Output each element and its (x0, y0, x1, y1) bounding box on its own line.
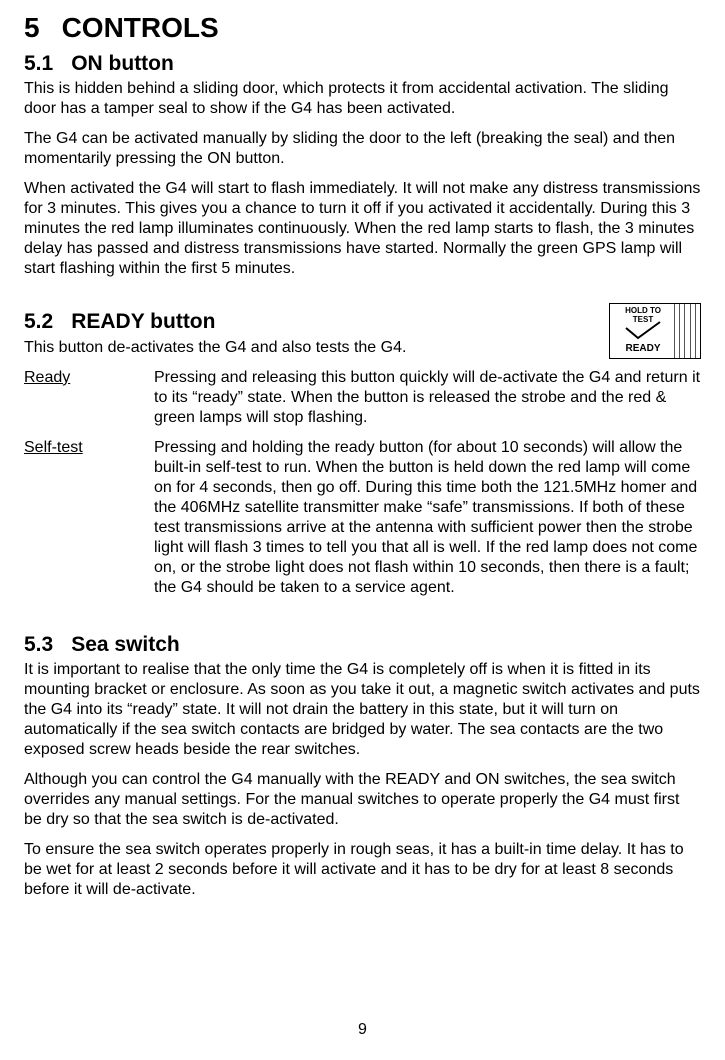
definition-term: Ready (24, 368, 154, 428)
checkmark-icon (624, 320, 662, 340)
definition-list: Ready Pressing and releasing this button… (24, 368, 701, 598)
body-text: Although you can control the G4 manually… (24, 770, 701, 830)
diagram-stripes (674, 304, 700, 358)
diagram-label-bottom: READY (614, 343, 672, 356)
section-heading: 5 CONTROLS (24, 10, 701, 45)
definition-description: Pressing and holding the ready button (f… (154, 438, 701, 598)
definition-description: Pressing and releasing this button quick… (154, 368, 701, 428)
subsection-title: Sea switch (71, 633, 180, 656)
body-text: When activated the G4 will start to flas… (24, 179, 701, 279)
subsection-number: 5.2 (24, 309, 53, 335)
definition-term: Self-test (24, 438, 154, 598)
body-text: It is important to realise that the only… (24, 660, 701, 760)
definition-row: Self-test Pressing and holding the ready… (24, 438, 701, 598)
section-title: CONTROLS (62, 12, 219, 43)
body-text: This button de-activates the G4 and also… (24, 338, 701, 358)
ready-button-diagram: HOLD TO TEST READY (609, 303, 701, 359)
subsection-number: 5.3 (24, 632, 53, 658)
subsection-title: ON button (71, 52, 174, 75)
section-number: 5 (24, 10, 40, 45)
subsection-heading-on-button: 5.1 ON button (24, 51, 701, 77)
body-text: The G4 can be activated manually by slid… (24, 129, 701, 169)
subsection-heading-ready-button: 5.2 READY button (24, 309, 701, 335)
definition-row: Ready Pressing and releasing this button… (24, 368, 701, 428)
subsection-heading-sea-switch: 5.3 Sea switch (24, 632, 701, 658)
page-number: 9 (0, 1020, 725, 1040)
body-text: To ensure the sea switch operates proper… (24, 840, 701, 900)
subsection-number: 5.1 (24, 51, 53, 77)
body-text: This is hidden behind a sliding door, wh… (24, 79, 701, 119)
subsection-title: READY button (71, 310, 215, 333)
